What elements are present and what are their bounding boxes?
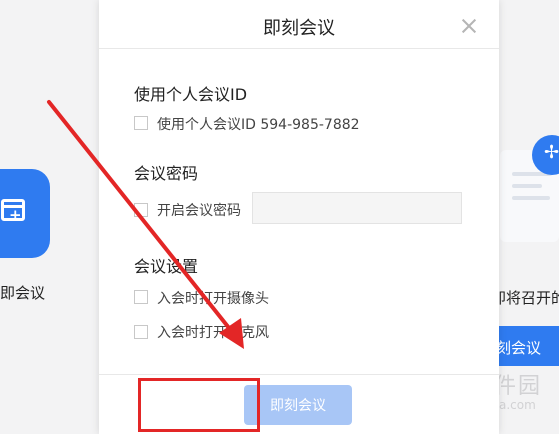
- annotation-arrow: [47, 100, 244, 349]
